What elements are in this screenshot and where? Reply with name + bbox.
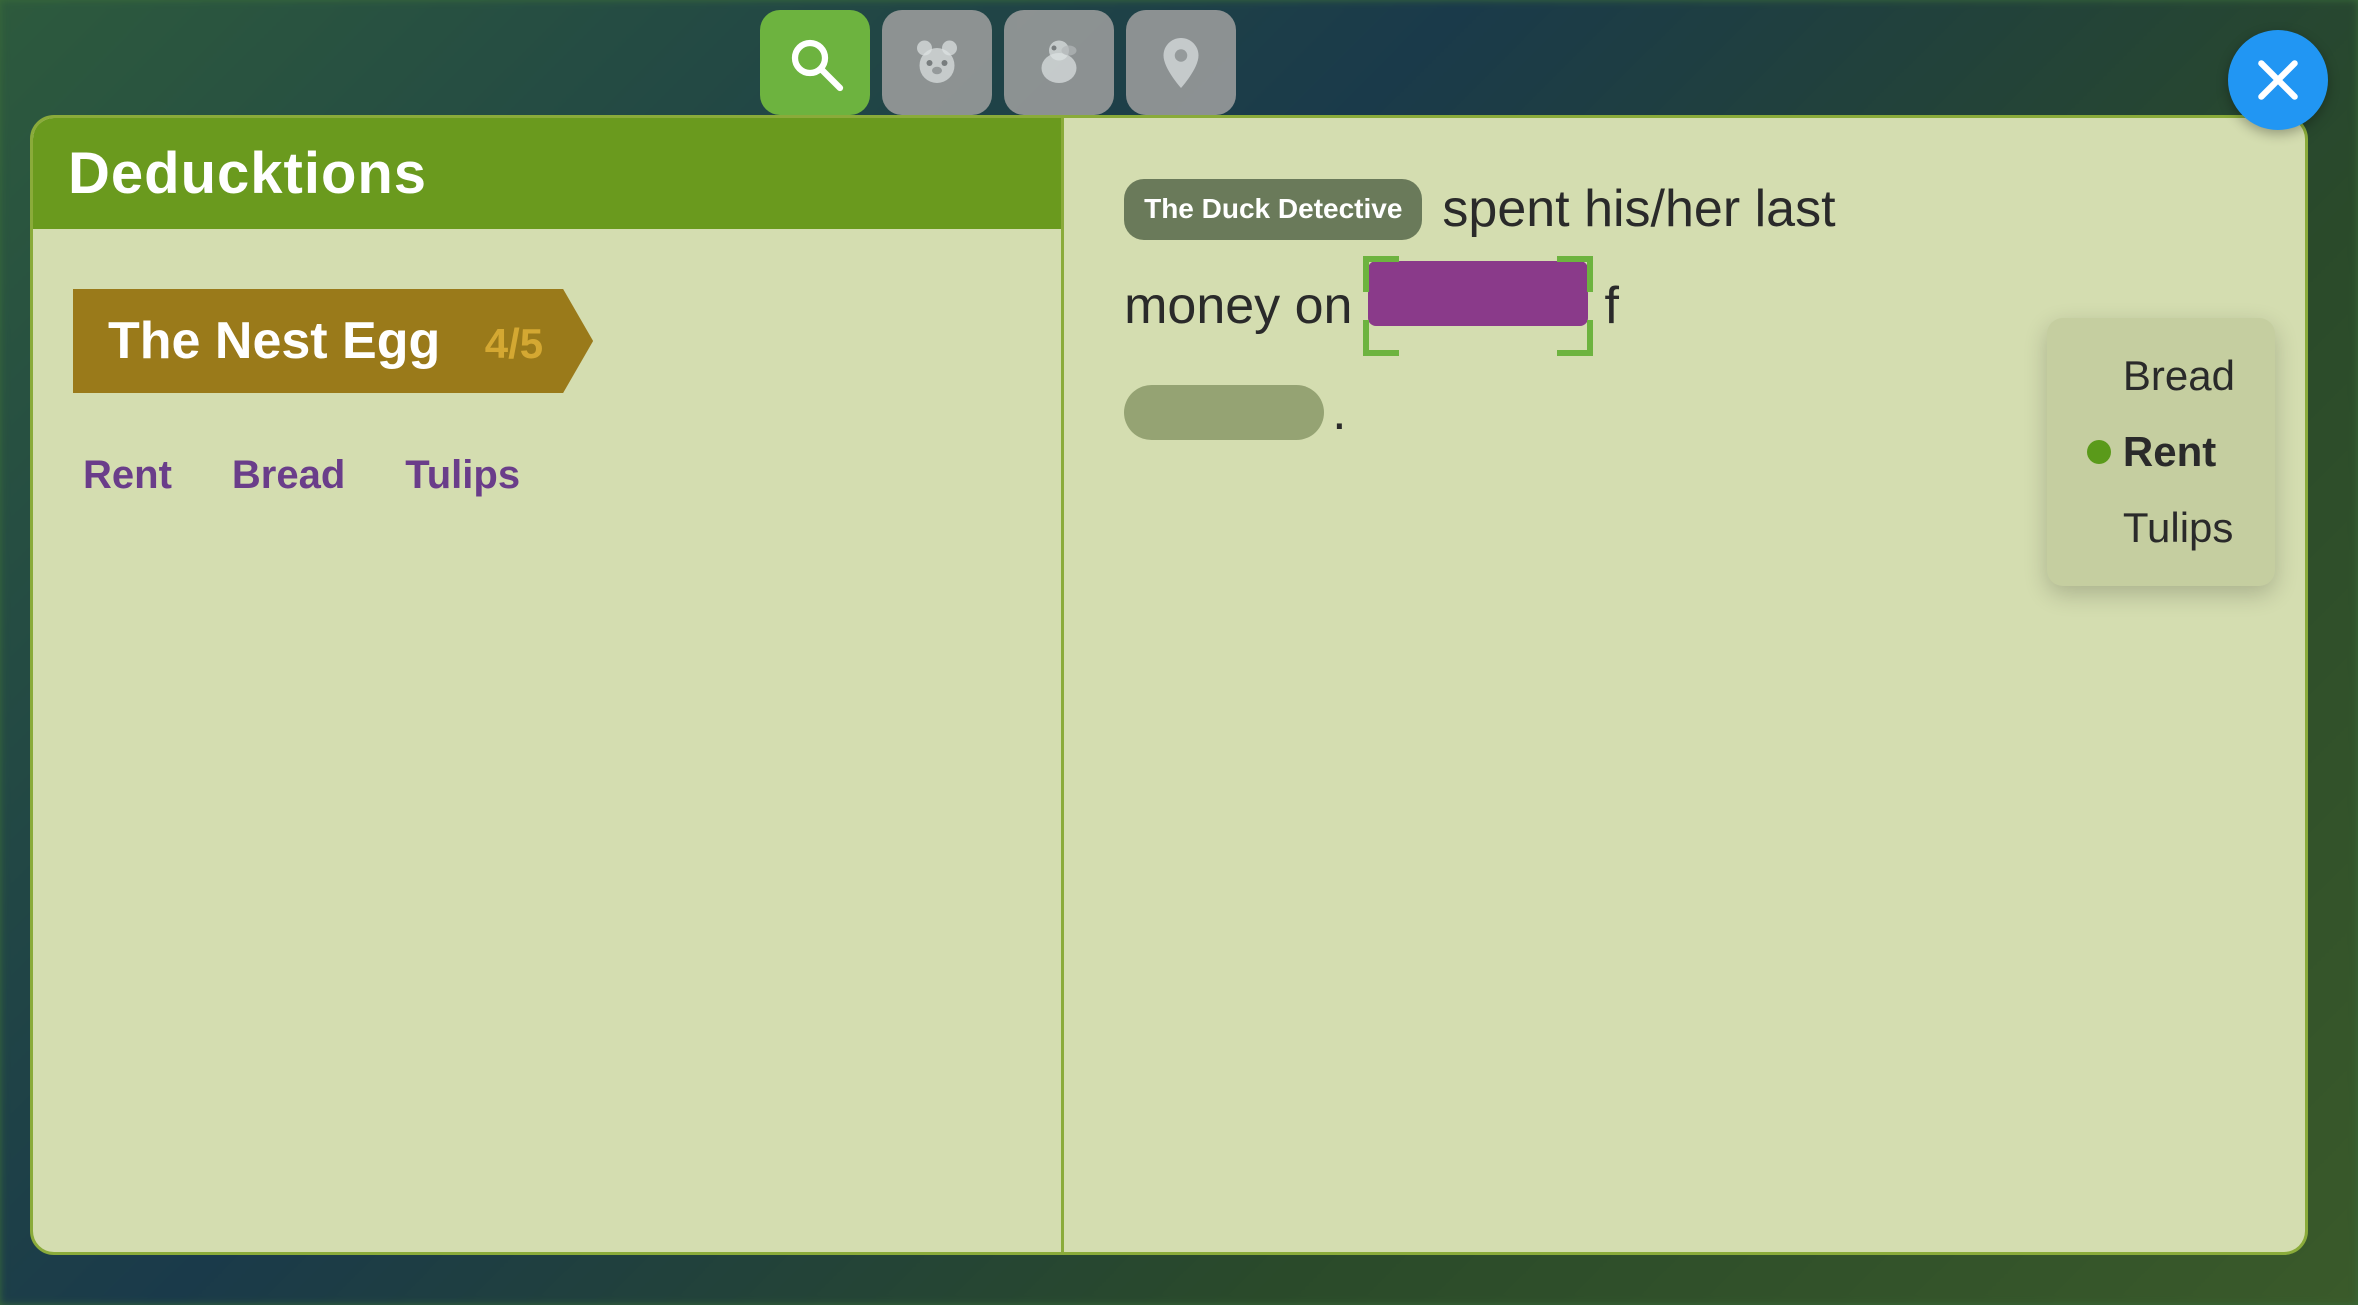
dropdown-label-tulips: Tulips <box>2123 504 2233 552</box>
dropdown-label-rent: Rent <box>2123 428 2216 476</box>
chapter-name: The Nest Egg <box>108 312 440 370</box>
dropdown-item-rent[interactable]: Rent <box>2057 414 2265 490</box>
answer-slot[interactable] <box>1368 261 1588 326</box>
bracket-br <box>1557 320 1593 356</box>
chapter-banner: The Nest Egg 4/5 <box>73 289 593 393</box>
book-container: Deducktions The Nest Egg 4/5 Rent Bread … <box>30 115 2308 1255</box>
duck-detective-badge: The Duck Detective <box>1124 179 1422 240</box>
nav-bear-button[interactable] <box>882 10 992 115</box>
chapter-progress: 4/5 <box>485 320 543 367</box>
chapter-banner-body: The Nest Egg 4/5 <box>73 289 593 393</box>
nav-search-button[interactable] <box>760 10 870 115</box>
tag-tulips[interactable]: Tulips <box>405 453 520 498</box>
tag-bread[interactable]: Bread <box>232 453 345 498</box>
dropdown-item-bread[interactable]: Bread <box>2057 338 2265 414</box>
left-page-content: The Nest Egg 4/5 Rent Bread Tulips <box>33 259 1061 518</box>
answer-slot-container[interactable] <box>1368 261 1588 351</box>
page-title: Deducktions <box>68 141 427 206</box>
left-page: Deducktions The Nest Egg 4/5 Rent Bread … <box>30 115 1064 1255</box>
top-nav <box>760 10 1236 115</box>
period: . <box>1332 371 1346 454</box>
bracket-tl <box>1363 256 1399 292</box>
dropdown-menu: Bread Rent Tulips <box>2047 318 2275 586</box>
sentence-line1: The Duck Detective spent his/her last <box>1124 168 2255 251</box>
bracket-tr <box>1557 256 1593 292</box>
bracket-bl <box>1363 320 1399 356</box>
chapter-tags: Rent Bread Tulips <box>73 453 1021 498</box>
tag-rent[interactable]: Rent <box>83 453 172 498</box>
left-page-header: Deducktions <box>33 118 1061 229</box>
sentence-part1: spent his/her last <box>1442 168 1835 251</box>
sentence-part3: f <box>1604 265 1618 348</box>
second-blank[interactable] <box>1124 385 1324 440</box>
dropdown-label-bread: Bread <box>2123 352 2235 400</box>
nav-duck-button[interactable] <box>1004 10 1114 115</box>
right-page: The Duck Detective spent his/her last mo… <box>1064 115 2308 1255</box>
sentence-part2: money on <box>1124 265 1352 348</box>
close-button[interactable] <box>2228 30 2328 130</box>
rent-selected-dot <box>2087 440 2111 464</box>
nav-location-button[interactable] <box>1126 10 1236 115</box>
dropdown-item-tulips[interactable]: Tulips <box>2057 490 2265 566</box>
